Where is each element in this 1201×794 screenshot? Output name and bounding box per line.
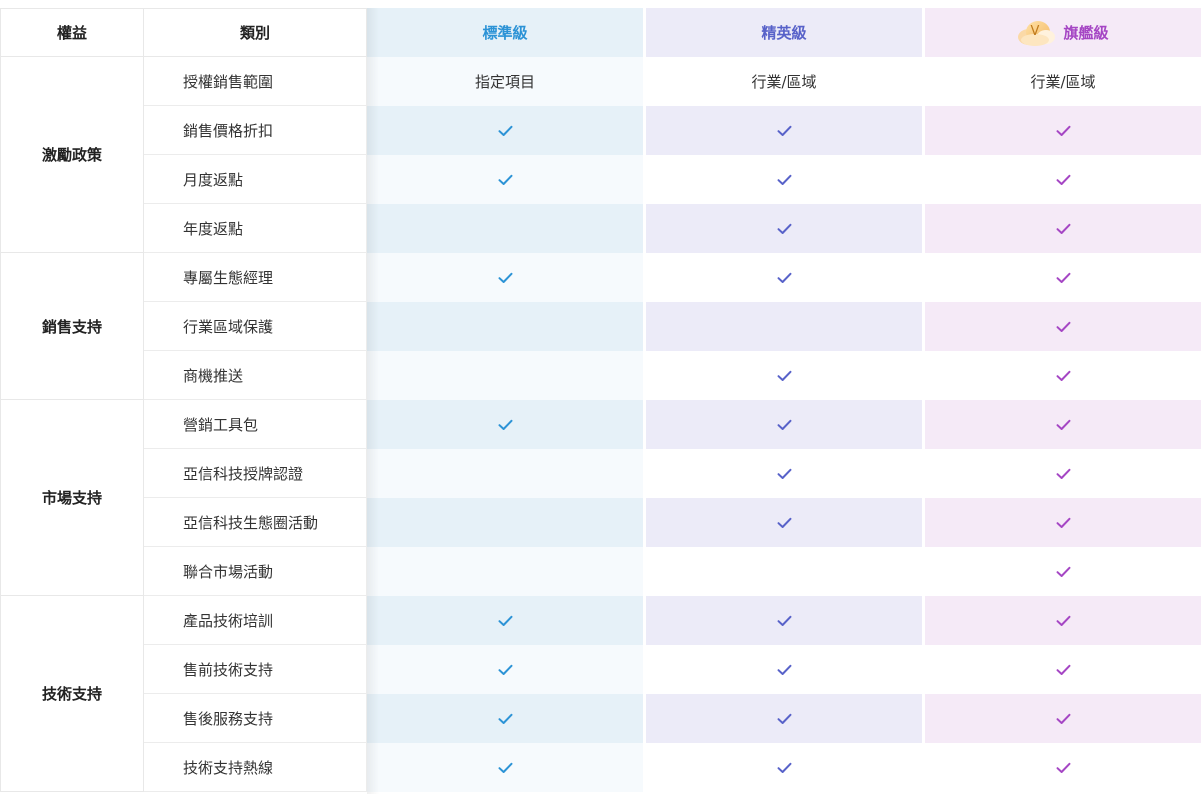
check-icon [646, 155, 922, 204]
benefit-group: 技術支持 [0, 596, 144, 792]
tier-column-elite: 精英級 行業/區域 [646, 8, 922, 794]
category-item: 售後服務支持 [144, 694, 367, 743]
check-icon [925, 351, 1201, 400]
empty-cell [367, 449, 643, 498]
category-column: 類別 授權銷售範圍 銷售價格折扣 月度返點 年度返點 專屬生態經理 行業區域保護 商機推送營… [144, 8, 367, 794]
check-icon [367, 106, 643, 155]
category-item: 亞信科技生態圈活動 [144, 498, 367, 547]
check-icon [367, 645, 643, 694]
check-icon [925, 449, 1201, 498]
category-item: 月度返點 [144, 155, 367, 204]
category-item: 專屬生態經理 [144, 253, 367, 302]
check-icon [646, 253, 922, 302]
category-item: 授權銷售範圍 [144, 57, 367, 106]
category-item: 行業區域保護 [144, 302, 367, 351]
check-icon [646, 596, 922, 645]
tier-value: 行業/區域 [925, 57, 1201, 106]
benefit-header: 權益 [0, 8, 144, 57]
tier-header-flagship-label: 旗艦級 [1063, 24, 1109, 42]
check-icon [925, 547, 1201, 596]
category-item: 年度返點 [144, 204, 367, 253]
check-icon [646, 204, 922, 253]
check-icon [925, 253, 1201, 302]
benefits-comparison-table: 權益 激勵政策 銷售支持 市場支持 技術支持 類別 授權銷售範圍 銷售價格折扣 月度返點年… [0, 8, 1201, 794]
check-icon [367, 743, 643, 792]
empty-cell [367, 351, 643, 400]
check-icon [925, 498, 1201, 547]
check-icon [646, 449, 922, 498]
check-icon [925, 106, 1201, 155]
category-item: 售前技術支持 [144, 645, 367, 694]
benefit-group: 激勵政策 [0, 57, 144, 253]
check-icon [646, 694, 922, 743]
category-item: 亞信科技授牌認證 [144, 449, 367, 498]
check-icon [925, 400, 1201, 449]
tier-column-flagship: V 旗艦級 行業/區域 [925, 8, 1201, 794]
benefit-column: 權益 激勵政策 銷售支持 市場支持 技術支持 [0, 8, 144, 794]
tier-value: 指定項目 [367, 57, 643, 106]
check-icon [646, 743, 922, 792]
category-item: 銷售價格折扣 [144, 106, 367, 155]
check-icon [925, 204, 1201, 253]
check-icon [367, 253, 643, 302]
category-header: 類別 [144, 8, 367, 57]
check-icon [646, 400, 922, 449]
benefit-group: 銷售支持 [0, 253, 144, 400]
check-icon [646, 498, 922, 547]
empty-cell [646, 302, 922, 351]
tier-value: 行業/區域 [646, 57, 922, 106]
category-item: 商機推送 [144, 351, 367, 400]
check-icon [925, 743, 1201, 792]
check-icon [646, 351, 922, 400]
check-icon [925, 645, 1201, 694]
check-icon [367, 155, 643, 204]
category-item: 技術支持熱線 [144, 743, 367, 792]
category-item: 營銷工具包 [144, 400, 367, 449]
check-icon [646, 106, 922, 155]
check-icon [367, 694, 643, 743]
check-icon [925, 596, 1201, 645]
empty-cell [646, 547, 922, 596]
check-icon [925, 302, 1201, 351]
check-icon [925, 155, 1201, 204]
empty-cell [367, 498, 643, 547]
check-icon [367, 596, 643, 645]
tier-header-flagship: V 旗艦級 [925, 8, 1201, 57]
check-icon [646, 645, 922, 694]
empty-cell [367, 302, 643, 351]
category-item: 產品技術培訓 [144, 596, 367, 645]
tier-header-elite: 精英級 [646, 8, 922, 57]
category-item: 聯合市場活動 [144, 547, 367, 596]
empty-cell [367, 547, 643, 596]
empty-cell [367, 204, 643, 253]
benefit-group: 市場支持 [0, 400, 144, 596]
check-icon [367, 400, 643, 449]
check-icon [925, 694, 1201, 743]
tier-header-standard: 標準級 [367, 8, 643, 57]
crown-v-icon: V [1017, 19, 1056, 47]
tier-column-standard: 標準級 指定項目 [367, 8, 643, 794]
